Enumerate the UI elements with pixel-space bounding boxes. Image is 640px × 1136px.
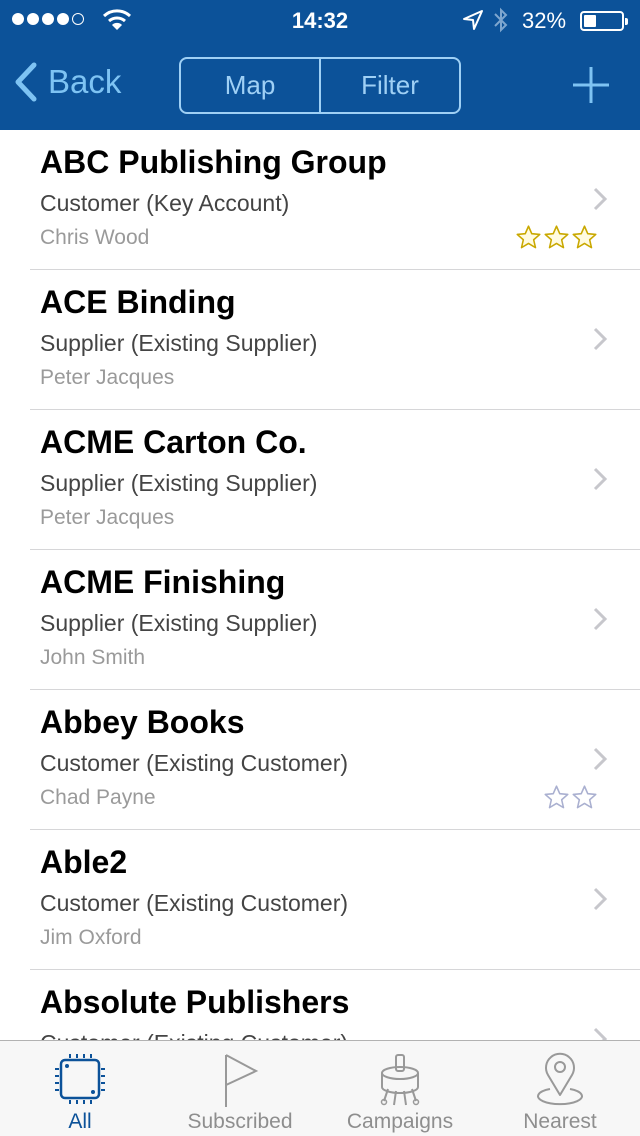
company-type: Customer (Existing Customer) [40, 1030, 348, 1040]
chevron-right-icon [593, 887, 608, 911]
list-item[interactable]: Abbey Books Customer (Existing Customer)… [0, 690, 640, 830]
tab-label: Subscribed [187, 1110, 293, 1133]
back-label: Back [48, 63, 122, 100]
company-type: Supplier (Existing Supplier) [40, 330, 318, 356]
company-type: Customer (Key Account) [40, 190, 290, 216]
back-button[interactable]: Back [14, 62, 121, 102]
rating-stars [515, 224, 598, 251]
tab-label: All [68, 1110, 92, 1133]
status-bar: 14:32 32% [0, 0, 640, 40]
list-item[interactable]: ABC Publishing Group Customer (Key Accou… [0, 130, 640, 270]
tab-label: Campaigns [346, 1110, 454, 1133]
company-name: ABC Publishing Group [40, 144, 387, 180]
company-type: Customer (Existing Customer) [40, 890, 349, 916]
contact-name: John Smith [40, 646, 146, 669]
list-item[interactable]: Absolute Publishers Customer (Existing C… [0, 970, 640, 1040]
navigation-bar: Back Map Filter [0, 40, 640, 130]
company-name: ACME Carton Co. [40, 424, 307, 460]
battery-icon [580, 11, 628, 31]
chevron-left-icon [15, 62, 37, 102]
company-type: Customer (Existing Customer) [40, 750, 349, 776]
chevron-right-icon [593, 607, 608, 631]
company-type: Supplier (Existing Supplier) [40, 610, 318, 636]
list-item[interactable]: ACME Finishing Supplier (Existing Suppli… [0, 550, 640, 690]
campaigns-icon [380, 1054, 420, 1106]
chevron-right-icon [593, 467, 608, 491]
battery-percent: 32% [522, 8, 567, 33]
top-bar: 14:32 32% Back Map Filter [0, 0, 640, 130]
rating-stars [543, 784, 598, 811]
bluetooth-icon [494, 7, 508, 33]
list-item[interactable]: Able2 Customer (Existing Customer) Jim O… [0, 830, 640, 970]
chevron-right-icon [593, 1027, 608, 1040]
tab-subscribed[interactable]: Subscribed [160, 1041, 320, 1136]
view-segmented-control: Map Filter [179, 57, 461, 114]
company-type: Supplier (Existing Supplier) [40, 470, 318, 496]
contact-name: Chad Payne [40, 786, 156, 809]
contact-name: Peter Jacques [40, 366, 175, 389]
tab-all[interactable]: All [0, 1041, 160, 1136]
star-icon [572, 785, 597, 809]
tab-nearest[interactable]: Nearest [480, 1041, 640, 1136]
list-item[interactable]: ACE Binding Supplier (Existing Supplier)… [0, 270, 640, 410]
tab-label: Nearest [523, 1110, 597, 1133]
segment-filter[interactable]: Filter [319, 59, 459, 112]
star-icon [572, 225, 597, 249]
contact-name: Chris Wood [40, 226, 150, 249]
map-pin-icon [537, 1052, 583, 1106]
company-name: Absolute Publishers [40, 984, 350, 1020]
company-name: Abbey Books [40, 704, 245, 740]
chevron-right-icon [593, 187, 608, 211]
location-arrow-icon [463, 10, 483, 30]
tab-campaigns[interactable]: Campaigns [320, 1041, 480, 1136]
star-icon [544, 785, 569, 809]
chip-icon [55, 1054, 105, 1104]
add-button[interactable] [570, 64, 612, 106]
flag-icon [225, 1054, 259, 1107]
contact-name: Peter Jacques [40, 506, 175, 529]
chevron-right-icon [593, 327, 608, 351]
chevron-right-icon [593, 747, 608, 771]
company-name: Able2 [40, 844, 128, 880]
list-item[interactable]: ACME Carton Co. Supplier (Existing Suppl… [0, 410, 640, 550]
star-icon [544, 225, 569, 249]
tab-bar: All Subscribed Campaigns Nearest [0, 1040, 640, 1136]
company-name: ACME Finishing [40, 564, 286, 600]
segment-map[interactable]: Map [181, 59, 319, 112]
company-list: ABC Publishing Group Customer (Key Accou… [0, 130, 640, 1040]
contact-name: Jim Oxford [40, 926, 142, 949]
company-name: ACE Binding [40, 284, 236, 320]
star-icon [516, 225, 541, 249]
